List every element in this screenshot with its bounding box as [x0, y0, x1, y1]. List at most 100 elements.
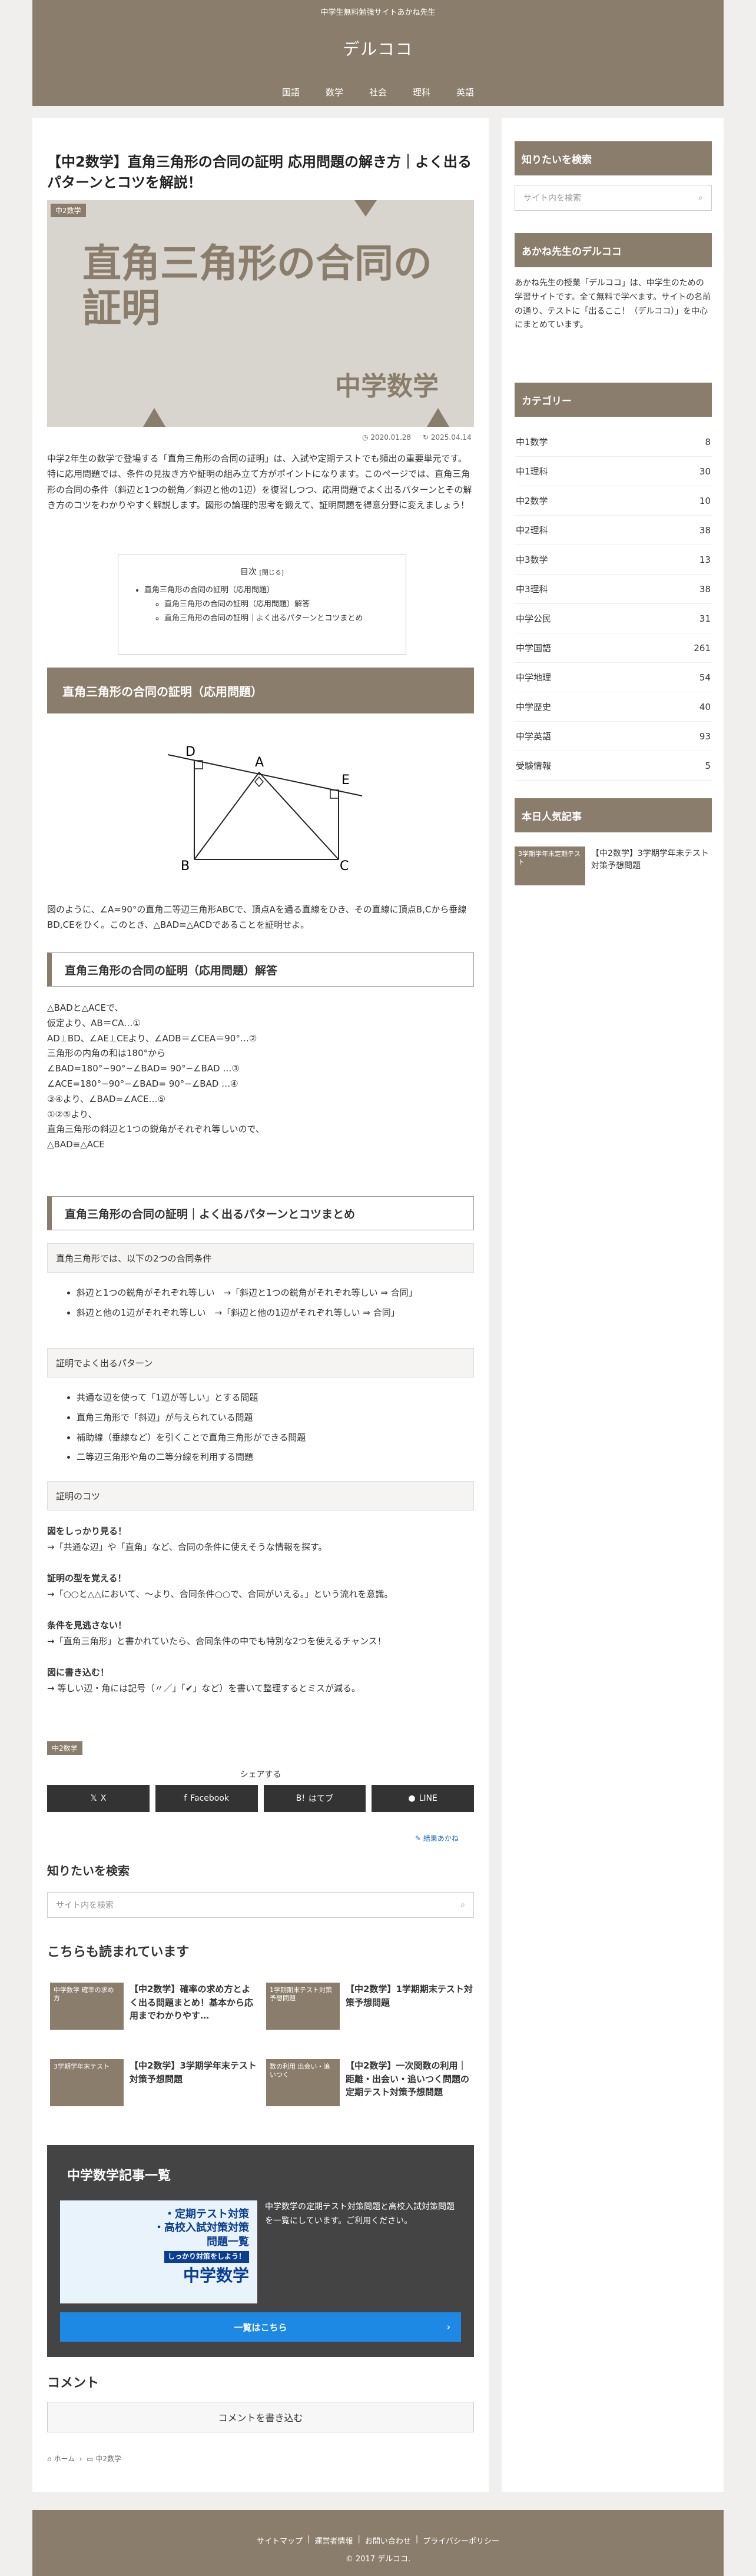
footer-link-contact[interactable]: お問い合わせ [365, 2535, 411, 2546]
category-item[interactable]: 中学英語 93 [515, 722, 712, 751]
label-B: B [181, 859, 190, 871]
sidebar-search-box[interactable]: サイト内を検索 ⌕ [515, 185, 712, 211]
category-item[interactable]: 中学国語 261 [515, 633, 712, 663]
eyecatch-image: 中2数学 直角三角形の合同の証明 中学数学 [47, 200, 474, 427]
search-icon[interactable]: ⌕ [698, 193, 703, 203]
article-tag[interactable]: 中2数学 [47, 1741, 82, 1755]
article-title: 【中2数学】直角三角形の合同の証明 応用問題の解き方｜よく出るパターンとコツを解… [47, 154, 472, 191]
section-heading: 直角三角形の合同の証明｜よく出るパターンとコツまとめ [47, 1196, 474, 1230]
eyecatch-category-label[interactable]: 中2数学 [51, 204, 86, 217]
search-widget-title: 知りたいを検索 [47, 1864, 130, 1878]
update-date: ↻ 2025.04.14 [423, 433, 472, 441]
sidebar-search-input[interactable]: サイト内を検索 [523, 192, 581, 204]
toc-item[interactable]: 直角三角形の合同の証明（応用問題）解答 [164, 597, 389, 612]
category-item[interactable]: 受験情報 5 [515, 751, 712, 781]
chevron-right-icon: › [446, 2322, 450, 2332]
info-box: 証明でよく出るパターン [47, 1348, 474, 1377]
site-footer: サイトマップ | 運営者情報 | お問い合わせ | プライバシーポリシー © 2017… [32, 2510, 724, 2576]
refresh-icon: ↻ [423, 433, 429, 441]
related-thumbnail[interactable]: 中学数学 確率の求め方 [50, 1983, 124, 2030]
toc-toggle[interactable]: [閉じる] [259, 569, 284, 576]
article-intro: 中学2年生の数学で登場する「直角三角形の合同の証明」は、入試や定期テストでも頻出… [47, 453, 472, 510]
related-thumbnail[interactable]: 1学期期末テスト対策予想問題 [266, 1983, 340, 2030]
nav-rika[interactable]: 理科 [413, 86, 430, 98]
eyecatch-title: 直角三角形の合同の証明 [82, 241, 432, 331]
related-item[interactable]: 1学期期末テスト対策予想問題 【中2数学】1学期期末テスト対策予想問題 [266, 1983, 475, 2036]
related-item-title[interactable]: 【中2数学】1学期期末テスト対策予想問題 [346, 1983, 475, 2009]
section-heading: 直角三角形の合同の証明（応用問題）解答 [47, 952, 474, 987]
sidebar: 知りたいを検索 サイト内を検索 ⌕ あかね先生のデルココ あかね先生の授業「デル… [502, 118, 724, 2492]
sidebar-search-title: 知りたいを検索 [515, 141, 712, 175]
footer-link-sitemap[interactable]: サイトマップ [257, 2535, 303, 2546]
popular-item-title[interactable]: 【中2数学】3学期学年末テスト対策予想問題 [591, 848, 712, 872]
related-thumbnail[interactable]: 3学期学年末テスト [50, 2059, 124, 2106]
footer-links: サイトマップ | 運営者情報 | お問い合わせ | プライバシーポリシー [257, 2535, 499, 2546]
global-nav: 国語 数学 社会 理科 英語 [32, 86, 724, 98]
category-item[interactable]: 中1理科 30 [515, 457, 712, 486]
related-item-title[interactable]: 【中2数学】一次関数の利用｜距離・出会い・追いつく問題の定期テスト対策予想問題 [346, 2059, 475, 2099]
search-input[interactable]: サイト内を検索 [56, 1899, 114, 1911]
comment-title: コメント [47, 2376, 100, 2391]
hatena-icon: B! [296, 1794, 305, 1803]
search-box[interactable]: サイト内を検索 ⌕ [47, 1892, 474, 1918]
popular-thumbnail[interactable]: 3学期学年末定期テスト [515, 847, 585, 885]
home-icon: ⌂ [47, 2455, 52, 2463]
pattern-list: 共通な辺を使って「1辺が等しい」とする問題直角三角形で「斜辺」が与えられている問… [47, 1388, 474, 1468]
x-icon: 𝕏 [90, 1794, 97, 1803]
folder-icon: ▭ [87, 2455, 94, 2463]
promo-button[interactable]: 一覧はこちら › [60, 2312, 461, 2342]
search-icon[interactable]: ⌕ [460, 1900, 465, 1910]
related-item[interactable]: 中学数学 確率の求め方 【中2数学】確率の求め方とよく出る問題まとめ！基本から応… [50, 1983, 259, 2036]
proof-block: △BADと△ACEで、 仮定より、AB＝CA…① AD⊥BD、∠AE⊥CEより、∠… [47, 1002, 264, 1150]
promo-image[interactable]: ・定期テスト対策 ・高校入試対策対策 問題一覧 しっかり対策をしよう！ 中学数学 [60, 2200, 257, 2303]
related-item[interactable]: 数の利用 出会い・追いつく 【中2数学】一次関数の利用｜距離・出会い・追いつく問… [266, 2059, 475, 2112]
facebook-icon: f [184, 1794, 187, 1803]
toc-item[interactable]: 直角三角形の合同の証明（応用問題） [144, 583, 389, 597]
category-item[interactable]: 中学公民 31 [515, 604, 712, 633]
site-logo[interactable]: デルココ [32, 36, 724, 60]
section-heading: 直角三角形の合同の証明（応用問題） [47, 668, 474, 713]
category-item[interactable]: 中1数学 8 [515, 427, 712, 457]
breadcrumb-home[interactable]: ホーム [54, 2455, 75, 2463]
toc-item[interactable]: 直角三角形の合同の証明｜よく出るパターンとコツまとめ [164, 612, 389, 626]
promo-title: 中学数学記事一覧 [67, 2169, 171, 2183]
info-box: 直角三角形では、以下の2つの合同条件 [47, 1243, 474, 1273]
condition-list: 斜辺と1つの鋭角がそれぞれ等しい →「斜辺と1つの鋭角がそれぞれ等しい ⇒ 合同… [47, 1283, 474, 1323]
label-C: C [340, 859, 349, 871]
category-item[interactable]: 中3数学 13 [515, 545, 712, 575]
label-D: D [185, 745, 195, 759]
category-item[interactable]: 中2理科 38 [515, 516, 712, 545]
category-item[interactable]: 中2数学 10 [515, 486, 712, 516]
nav-sugaku[interactable]: 数学 [326, 86, 343, 98]
share-x-button[interactable]: 𝕏X [47, 1785, 150, 1812]
category-item[interactable]: 中3理科 38 [515, 575, 712, 604]
geometry-diagram: D A E B C [167, 745, 363, 871]
share-label: シェアする [240, 1770, 281, 1780]
site-tagline: 中学生無料勉強サイトあかね先生 [320, 8, 436, 17]
promo-card: 中学数学記事一覧 ・定期テスト対策 ・高校入試対策対策 問題一覧 しっかり対策を… [47, 2145, 474, 2357]
share-line-button[interactable]: ● LINE [372, 1785, 474, 1812]
related-item[interactable]: 3学期学年末テスト 【中2数学】3学期学年末テスト対策予想問題 [50, 2059, 259, 2112]
nav-kokugo[interactable]: 国語 [282, 86, 300, 98]
category-item[interactable]: 中学歴史 40 [515, 692, 712, 722]
footer-link-about[interactable]: 運営者情報 [314, 2535, 353, 2546]
tips-block: 図をしっかり見る！ →「共通な辺」や「直角」など、合同の条件に使えそうな情報を探す… [47, 1526, 393, 1694]
problem-text: 図のように、∠A=90°の直角二等辺三角形ABCで、頂点Aを通る直線をひき、その… [47, 904, 467, 931]
footer-link-privacy[interactable]: プライバシーポリシー [423, 2535, 499, 2546]
promo-description: 中学数学の定期テスト対策問題と高校入試対策問題を一覧にしています。ご利用ください… [265, 2202, 455, 2226]
related-item-title[interactable]: 【中2数学】3学期学年末テスト対策予想問題 [130, 2059, 259, 2086]
comment-button[interactable]: コメントを書き込む [47, 2402, 474, 2432]
nav-shakai[interactable]: 社会 [369, 86, 387, 98]
category-item[interactable]: 中学地理 54 [515, 663, 712, 692]
share-facebook-button[interactable]: f Facebook [155, 1785, 258, 1812]
share-hatena-button[interactable]: B! はてブ [263, 1785, 366, 1812]
eyecatch-subject: 中学数学 [335, 371, 439, 401]
related-item-title[interactable]: 【中2数学】確率の求め方とよく出る問題まとめ！基本から応用までわかりやす… [130, 1983, 259, 2023]
related-thumbnail[interactable]: 数の利用 出会い・追いつく [266, 2059, 340, 2106]
author-link[interactable]: ✎ 結果あかね [415, 1833, 459, 1843]
popular-title: 本日人気記事 [515, 798, 712, 832]
nav-eigo[interactable]: 英語 [456, 86, 474, 98]
breadcrumb-category[interactable]: 中2数学 [95, 2455, 121, 2463]
info-box: 証明のコツ [47, 1481, 474, 1511]
toc-title: 目次 [閉じる] [240, 567, 284, 577]
